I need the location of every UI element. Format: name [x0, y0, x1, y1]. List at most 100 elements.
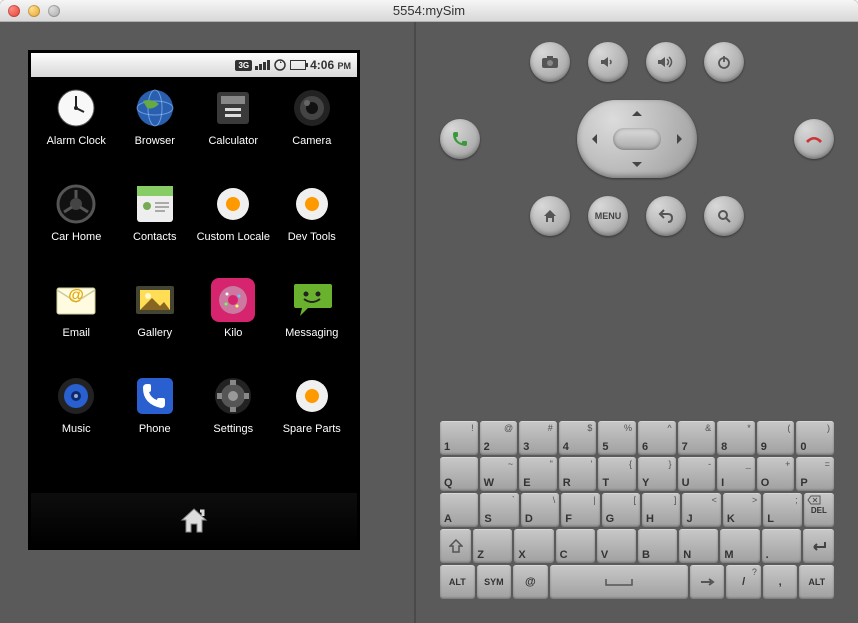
- app-label: Phone: [139, 423, 171, 435]
- key-7[interactable]: &7: [678, 421, 716, 455]
- zoom-button[interactable]: [48, 5, 60, 17]
- key-sym[interactable]: SYM: [477, 565, 512, 599]
- key-at[interactable]: @: [513, 565, 548, 599]
- app-kilo[interactable]: Kilo: [194, 277, 273, 369]
- app-contacts[interactable]: Contacts: [116, 181, 195, 273]
- power-button[interactable]: [704, 42, 744, 82]
- key-y[interactable]: }Y: [638, 457, 676, 491]
- key-w[interactable]: ~W: [480, 457, 518, 491]
- camera-button[interactable]: [530, 42, 570, 82]
- key-space[interactable]: [550, 565, 688, 599]
- app-label: Calculator: [208, 135, 258, 147]
- key-o[interactable]: +O: [757, 457, 795, 491]
- key-s[interactable]: `S: [480, 493, 518, 527]
- key-d[interactable]: \D: [521, 493, 559, 527]
- hw-home-button[interactable]: [530, 196, 570, 236]
- key-0[interactable]: )0: [796, 421, 834, 455]
- key-g[interactable]: [G: [602, 493, 640, 527]
- key-j[interactable]: <J: [682, 493, 720, 527]
- key-9[interactable]: (9: [757, 421, 795, 455]
- key-arrow[interactable]: [690, 565, 725, 599]
- key-2[interactable]: @2: [480, 421, 518, 455]
- home-icon[interactable]: [178, 504, 210, 536]
- key-m[interactable]: M: [720, 529, 759, 563]
- app-label: Custom Locale: [197, 231, 270, 243]
- call-button[interactable]: [440, 119, 480, 159]
- key-q[interactable]: Q: [440, 457, 478, 491]
- key-enter[interactable]: [803, 529, 834, 563]
- key-1[interactable]: !1: [440, 421, 478, 455]
- key-comma[interactable]: ,: [763, 565, 798, 599]
- key-n[interactable]: N: [679, 529, 718, 563]
- sync-icon: [273, 59, 287, 71]
- emulator-window: 5554:mySim 3G 4:06 PM Alarm ClockBrowser…: [0, 0, 858, 623]
- key-8[interactable]: *8: [717, 421, 755, 455]
- key-r[interactable]: 'R: [559, 457, 597, 491]
- dpad-left[interactable]: [587, 134, 597, 144]
- key-v[interactable]: V: [597, 529, 636, 563]
- key-l[interactable]: ;L: [763, 493, 801, 527]
- app-spare-parts[interactable]: Spare Parts: [273, 373, 352, 465]
- app-calculator[interactable]: Calculator: [194, 85, 273, 177]
- volume-down-button[interactable]: [588, 42, 628, 82]
- key-3[interactable]: #3: [519, 421, 557, 455]
- hw-panel: MENU !1@2#3$4%5^6&7*8(9)0 Q~W"E'R{T}Y-U_I…: [414, 22, 858, 623]
- key-6[interactable]: ^6: [638, 421, 676, 455]
- menu-button[interactable]: MENU: [588, 196, 628, 236]
- key-p[interactable]: =P: [796, 457, 834, 491]
- app-car-home[interactable]: Car Home: [37, 181, 116, 273]
- app-gallery[interactable]: Gallery: [116, 277, 195, 369]
- phone-panel: 3G 4:06 PM Alarm ClockBrowserCalculatorC…: [0, 22, 414, 623]
- key-alt-l[interactable]: ALT: [440, 565, 475, 599]
- app-label: Kilo: [224, 327, 242, 339]
- clock-time: 4:06 PM: [310, 58, 351, 72]
- dpad-right[interactable]: [677, 134, 687, 144]
- key-z[interactable]: Z: [473, 529, 512, 563]
- app-custom-locale[interactable]: Custom Locale: [194, 181, 273, 273]
- app-music[interactable]: Music: [37, 373, 116, 465]
- key-a[interactable]: A: [440, 493, 478, 527]
- app-alarm-clock[interactable]: Alarm Clock: [37, 85, 116, 177]
- key-.[interactable]: .: [762, 529, 801, 563]
- app-settings[interactable]: Settings: [194, 373, 273, 465]
- app-label: Music: [62, 423, 91, 435]
- dpad-up[interactable]: [632, 106, 642, 116]
- app-label: Dev Tools: [288, 231, 336, 243]
- key-t[interactable]: {T: [598, 457, 636, 491]
- minimize-button[interactable]: [28, 5, 40, 17]
- key-alt-r[interactable]: ALT: [799, 565, 834, 599]
- app-browser[interactable]: Browser: [116, 85, 195, 177]
- close-button[interactable]: [8, 5, 20, 17]
- content: 3G 4:06 PM Alarm ClockBrowserCalculatorC…: [0, 22, 858, 623]
- key-del[interactable]: DEL: [804, 493, 834, 527]
- dpad-down[interactable]: [632, 162, 642, 172]
- key-k[interactable]: >K: [723, 493, 761, 527]
- app-camera[interactable]: Camera: [273, 85, 352, 177]
- key-f[interactable]: |F: [561, 493, 599, 527]
- window-controls: [8, 5, 60, 17]
- back-button[interactable]: [646, 196, 686, 236]
- dpad-center[interactable]: [613, 128, 661, 150]
- search-button[interactable]: [704, 196, 744, 236]
- key-h[interactable]: ]H: [642, 493, 680, 527]
- key-5[interactable]: %5: [598, 421, 636, 455]
- key-x[interactable]: X: [514, 529, 553, 563]
- app-phone[interactable]: Phone: [116, 373, 195, 465]
- app-messaging[interactable]: Messaging: [273, 277, 352, 369]
- key-b[interactable]: B: [638, 529, 677, 563]
- device-screen: 3G 4:06 PM Alarm ClockBrowserCalculatorC…: [28, 50, 360, 550]
- key-slash[interactable]: /?: [726, 565, 761, 599]
- svg-text:@: @: [68, 287, 84, 304]
- end-call-button[interactable]: [794, 119, 834, 159]
- key-c[interactable]: C: [556, 529, 595, 563]
- volume-up-button[interactable]: [646, 42, 686, 82]
- app-email[interactable]: @ Email: [37, 277, 116, 369]
- key-i[interactable]: _I: [717, 457, 755, 491]
- key-shift[interactable]: [440, 529, 471, 563]
- app-label: Email: [62, 327, 90, 339]
- key-u[interactable]: -U: [678, 457, 716, 491]
- key-4[interactable]: $4: [559, 421, 597, 455]
- key-e[interactable]: "E: [519, 457, 557, 491]
- app-dev-tools[interactable]: Dev Tools: [273, 181, 352, 273]
- keyboard: !1@2#3$4%5^6&7*8(9)0 Q~W"E'R{T}Y-U_I+O=P A…: [440, 421, 834, 599]
